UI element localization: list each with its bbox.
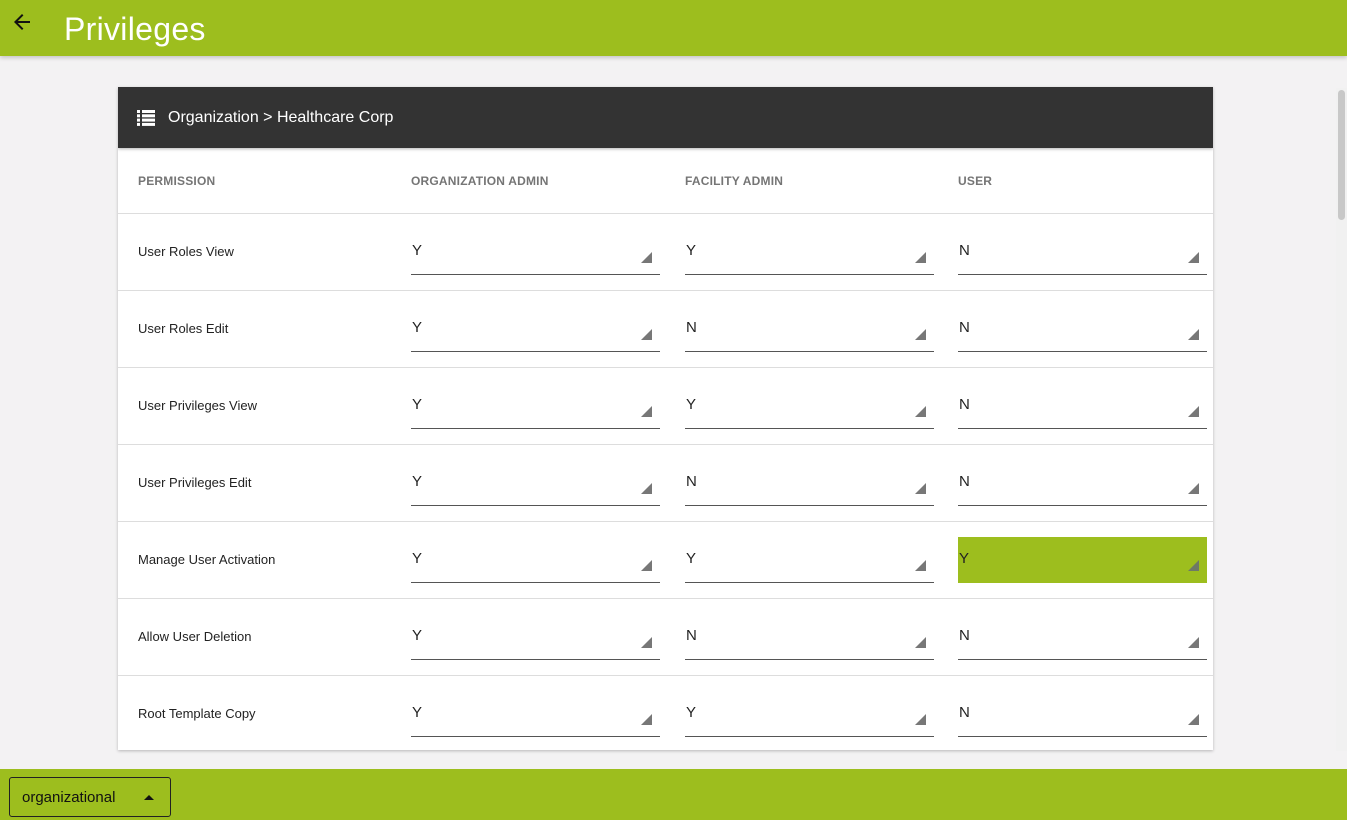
breadcrumb: Organization > Healthcare Corp xyxy=(168,109,394,126)
privileges-card: Organization > Healthcare Corp PERMISSIO… xyxy=(118,87,1213,750)
user-select[interactable]: N xyxy=(958,229,1207,275)
select-value: Y xyxy=(412,626,423,644)
dropdown-arrow-icon xyxy=(915,636,926,648)
facility-admin-select[interactable]: Y xyxy=(685,383,934,429)
scrollbar-thumb[interactable] xyxy=(1338,90,1345,220)
select-value: N xyxy=(959,395,970,413)
table-row: User Privileges View Y Y N xyxy=(118,367,1213,445)
card-header: Organization > Healthcare Corp xyxy=(118,87,1213,148)
select-value: N xyxy=(686,472,697,490)
facility-admin-select[interactable]: Y xyxy=(685,537,934,583)
back-button[interactable] xyxy=(10,10,34,34)
organization-admin-select[interactable]: Y xyxy=(411,460,660,506)
list-icon xyxy=(137,110,155,126)
select-value: Y xyxy=(686,703,697,721)
select-value: Y xyxy=(412,472,423,490)
facility-admin-select[interactable]: N xyxy=(685,306,934,352)
select-value: N xyxy=(959,241,970,259)
organization-admin-select[interactable]: Y xyxy=(411,306,660,352)
dropdown-arrow-icon xyxy=(1188,328,1199,340)
table-row: Root Template Copy Y Y N xyxy=(118,675,1213,750)
dropdown-arrow-icon xyxy=(641,559,652,571)
table-row: Allow User Deletion Y N N xyxy=(118,598,1213,676)
privileges-table: PERMISSION ORGANIZATION ADMIN FACILITY A… xyxy=(118,148,1213,750)
dropdown-arrow-icon xyxy=(1188,251,1199,263)
organization-admin-select[interactable]: Y xyxy=(411,537,660,583)
select-value: N xyxy=(959,472,970,490)
user-select[interactable]: N xyxy=(958,614,1207,660)
permission-name: User Roles Edit xyxy=(118,290,391,368)
footer-bar: organizational xyxy=(0,769,1347,820)
permission-name: User Roles View xyxy=(118,213,391,291)
dropdown-arrow-icon xyxy=(641,636,652,648)
scope-selector[interactable]: organizational xyxy=(9,777,171,817)
dropdown-arrow-icon xyxy=(641,328,652,340)
permission-name: User Privileges View xyxy=(118,367,391,445)
organization-admin-select[interactable]: Y xyxy=(411,691,660,737)
dropdown-arrow-icon xyxy=(1188,482,1199,494)
user-select[interactable]: N xyxy=(958,460,1207,506)
permission-name: User Privileges Edit xyxy=(118,444,391,522)
facility-admin-select[interactable]: N xyxy=(685,614,934,660)
select-value: Y xyxy=(412,241,423,259)
dropdown-arrow-icon xyxy=(641,713,652,725)
column-header-organization-admin: ORGANIZATION ADMIN xyxy=(391,148,665,214)
select-value: Y xyxy=(412,549,423,567)
table-row: Manage User Activation Y Y Y xyxy=(118,521,1213,599)
scope-selector-value: organizational xyxy=(22,789,116,806)
select-value: Y xyxy=(412,395,423,413)
column-header-user: USER xyxy=(938,148,1213,214)
user-select[interactable]: N xyxy=(958,691,1207,737)
facility-admin-select[interactable]: Y xyxy=(685,691,934,737)
table-row: User Roles Edit Y N N xyxy=(118,290,1213,368)
select-value: N xyxy=(959,703,970,721)
table-row: User Privileges Edit Y N N xyxy=(118,444,1213,522)
caret-up-icon xyxy=(144,795,154,800)
organization-admin-select[interactable]: Y xyxy=(411,383,660,429)
column-header-permission: PERMISSION xyxy=(118,148,391,214)
select-value: Y xyxy=(959,549,970,567)
dropdown-arrow-icon xyxy=(641,251,652,263)
dropdown-arrow-icon xyxy=(641,482,652,494)
select-value: Y xyxy=(412,318,423,336)
select-value: Y xyxy=(686,395,697,413)
permission-name: Manage User Activation xyxy=(118,521,391,599)
dropdown-arrow-icon xyxy=(1188,636,1199,648)
page-title: Privileges xyxy=(64,11,206,47)
select-value: Y xyxy=(412,703,423,721)
user-select[interactable]: N xyxy=(958,383,1207,429)
user-select[interactable]: Y xyxy=(958,536,1207,583)
select-value: N xyxy=(959,626,970,644)
dropdown-arrow-icon xyxy=(1188,559,1199,571)
dropdown-arrow-icon xyxy=(915,251,926,263)
dropdown-arrow-icon xyxy=(915,405,926,417)
dropdown-arrow-icon xyxy=(1188,713,1199,725)
facility-admin-select[interactable]: N xyxy=(685,460,934,506)
select-value: N xyxy=(686,318,697,336)
user-select[interactable]: N xyxy=(958,306,1207,352)
dropdown-arrow-icon xyxy=(641,405,652,417)
dropdown-arrow-icon xyxy=(915,559,926,571)
select-value: N xyxy=(959,318,970,336)
dropdown-arrow-icon xyxy=(915,713,926,725)
app-header: Privileges xyxy=(0,0,1347,56)
organization-admin-select[interactable]: Y xyxy=(411,614,660,660)
permission-name: Root Template Copy xyxy=(118,675,391,750)
dropdown-arrow-icon xyxy=(915,328,926,340)
select-value: Y xyxy=(686,241,697,259)
dropdown-arrow-icon xyxy=(915,482,926,494)
arrow-left-icon xyxy=(14,14,30,30)
permission-name: Allow User Deletion xyxy=(118,598,391,676)
organization-admin-select[interactable]: Y xyxy=(411,229,660,275)
table-header-row: PERMISSION ORGANIZATION ADMIN FACILITY A… xyxy=(118,148,1213,214)
facility-admin-select[interactable]: Y xyxy=(685,229,934,275)
scrollbar[interactable] xyxy=(1336,88,1347,751)
dropdown-arrow-icon xyxy=(1188,405,1199,417)
column-header-facility-admin: FACILITY ADMIN xyxy=(665,148,938,214)
select-value: Y xyxy=(686,549,697,567)
table-row: User Roles View Y Y N xyxy=(118,213,1213,291)
select-value: N xyxy=(686,626,697,644)
